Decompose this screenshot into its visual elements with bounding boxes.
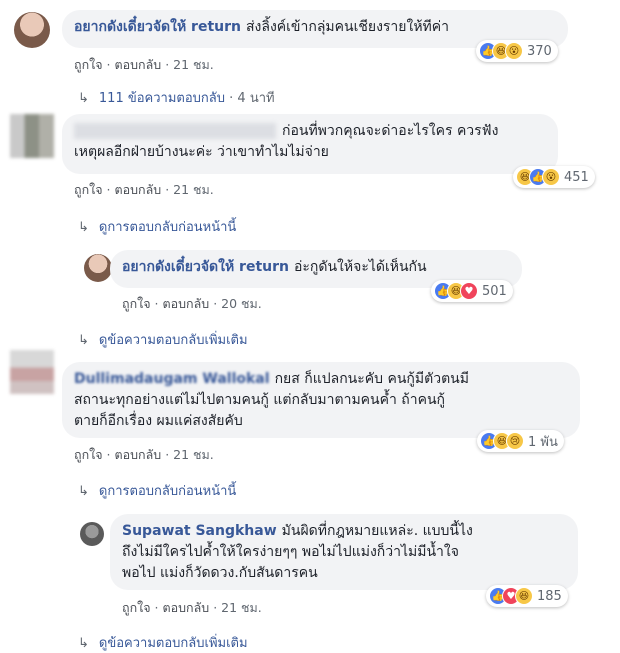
- like-link[interactable]: ถูกใจ: [122, 296, 151, 311]
- reply-arrow-icon: ↳: [78, 333, 89, 348]
- reaction-count: 1 พัน: [528, 434, 558, 450]
- comment-actions: ถูกใจ · ตอบกลับ · 21 ชม.: [74, 447, 214, 462]
- view-previous-replies[interactable]: ↳ ดูการตอบกลับก่อนหน้านี้: [78, 480, 236, 501]
- like-link[interactable]: ถูกใจ: [122, 600, 151, 615]
- reply-link[interactable]: ตอบกลับ: [115, 57, 162, 72]
- reaction-summary[interactable]: 😆 👍 😮 451: [513, 166, 595, 188]
- reply-link[interactable]: ตอบกลับ: [163, 296, 210, 311]
- reaction-count: 501: [482, 283, 507, 299]
- commenter-name-redacted[interactable]: [74, 123, 276, 139]
- reply-link[interactable]: ตอบกลับ: [115, 447, 162, 462]
- comment-text: ถึงไม่มีใครไปค้ำให้ใครง่ายๆๆ พอไม่ไปแม่ง…: [122, 544, 459, 560]
- reply-arrow-icon: ↳: [78, 636, 89, 651]
- wow-icon: 😮: [505, 42, 523, 60]
- reply-arrow-icon: ↳: [78, 91, 89, 106]
- timestamp[interactable]: 21 ชม.: [173, 182, 214, 197]
- comment-text: ตายก็อีกเรื่อง ผมแค่สงสัยคับ: [74, 413, 243, 429]
- replies-link[interactable]: 111 ข้อความตอบกลับ: [99, 91, 225, 106]
- comment-text: เหตุผลอีกฝ่ายบ้างนะค่ะ ว่าเขาทำไมไม่จ่าย: [74, 144, 329, 160]
- comment-text: กยส ก็แปลกนะคับ คนกู้มีตัวตนมี: [274, 371, 469, 387]
- commenter-name[interactable]: อยากดังเดี๋ยวจัดให้ return: [74, 19, 241, 35]
- commenter-name[interactable]: Dullimadaugam Wallokal: [74, 371, 270, 387]
- avatar[interactable]: [10, 350, 54, 394]
- like-link[interactable]: ถูกใจ: [74, 447, 103, 462]
- avatar[interactable]: [10, 114, 54, 158]
- view-replies[interactable]: ↳ 111 ข้อความตอบกลับ · 4 นาที: [78, 87, 275, 108]
- sad-icon: 😢: [506, 432, 524, 450]
- comment-text: สถานะทุกอย่างแต่ไม่ไปตามคนกู้ แต่กลับมาต…: [74, 392, 446, 408]
- reply-link[interactable]: ตอบกลับ: [163, 600, 210, 615]
- reaction-count: 370: [527, 43, 552, 59]
- reply-arrow-icon: ↳: [78, 220, 89, 235]
- reaction-summary[interactable]: 👍 😆 😮 370: [476, 40, 558, 62]
- commenter-name[interactable]: Supawat Sangkhaw: [122, 523, 277, 539]
- replies-time: 4 นาที: [237, 91, 275, 106]
- comment-bubble: Dullimadaugam Wallokal กยส ก็แปลกนะคับ คน…: [62, 362, 580, 438]
- comment-bubble: ก่อนที่พวกคุณจะด่าอะไรใคร ควรฟัง เหตุผลอ…: [62, 114, 558, 174]
- like-link[interactable]: ถูกใจ: [74, 57, 103, 72]
- timestamp[interactable]: 20 ชม.: [221, 296, 262, 311]
- comment-actions: ถูกใจ · ตอบกลับ · 21 ชม.: [122, 600, 262, 615]
- reaction-count: 451: [564, 169, 589, 185]
- reply-arrow-icon: ↳: [78, 484, 89, 499]
- comment-text: ก่อนที่พวกคุณจะด่าอะไรใคร ควรฟัง: [282, 123, 499, 139]
- avatar[interactable]: [84, 254, 112, 282]
- reaction-summary[interactable]: 👍 😆 ♥ 501: [431, 280, 513, 302]
- comment-actions: ถูกใจ · ตอบกลับ · 21 ชม.: [74, 182, 214, 197]
- commenter-name[interactable]: อยากดังเดี๋ยวจัดให้ return: [122, 259, 289, 275]
- comment-bubble: Supawat Sangkhaw มันผิดที่กฎหมายแหล่ะ. แบ…: [110, 514, 578, 590]
- reaction-summary[interactable]: 👍 ♥ 😆 185: [486, 585, 568, 607]
- view-previous-replies[interactable]: ↳ ดูการตอบกลับก่อนหน้านี้: [78, 216, 236, 237]
- comment-actions: ถูกใจ · ตอบกลับ · 21 ชม.: [74, 57, 214, 72]
- reaction-count: 185: [537, 588, 562, 604]
- timestamp[interactable]: 21 ชม.: [173, 447, 214, 462]
- like-link[interactable]: ถูกใจ: [74, 182, 103, 197]
- comment-text: มันผิดที่กฎหมายแหล่ะ. แบบนี้ไง: [281, 523, 473, 539]
- avatar[interactable]: [80, 522, 104, 546]
- reaction-summary[interactable]: 👍 😆 😢 1 พัน: [477, 430, 564, 452]
- view-more-replies[interactable]: ↳ ดูข้อความตอบกลับเพิ่มเติม: [78, 329, 248, 350]
- comment-actions: ถูกใจ · ตอบกลับ · 20 ชม.: [122, 296, 262, 311]
- love-icon: ♥: [460, 282, 478, 300]
- view-more-replies[interactable]: ↳ ดูข้อความตอบกลับเพิ่มเติม: [78, 632, 248, 653]
- comment-text: พอไป แม่งก็วัดดวง.กับสันดารคน: [122, 565, 318, 581]
- timestamp[interactable]: 21 ชม.: [173, 57, 214, 72]
- comment-text: ส่งลิ้งค์เข้ากลุ่มคนเชียงรายให้ทีค่า: [245, 19, 450, 35]
- wow-icon: 😮: [542, 168, 560, 186]
- reply-link[interactable]: ตอบกลับ: [115, 182, 162, 197]
- avatar[interactable]: [14, 12, 50, 48]
- comment-text: อ่ะกูดันให้จะได้เห็นกัน: [293, 259, 427, 275]
- timestamp[interactable]: 21 ชม.: [221, 600, 262, 615]
- haha-icon: 😆: [515, 587, 533, 605]
